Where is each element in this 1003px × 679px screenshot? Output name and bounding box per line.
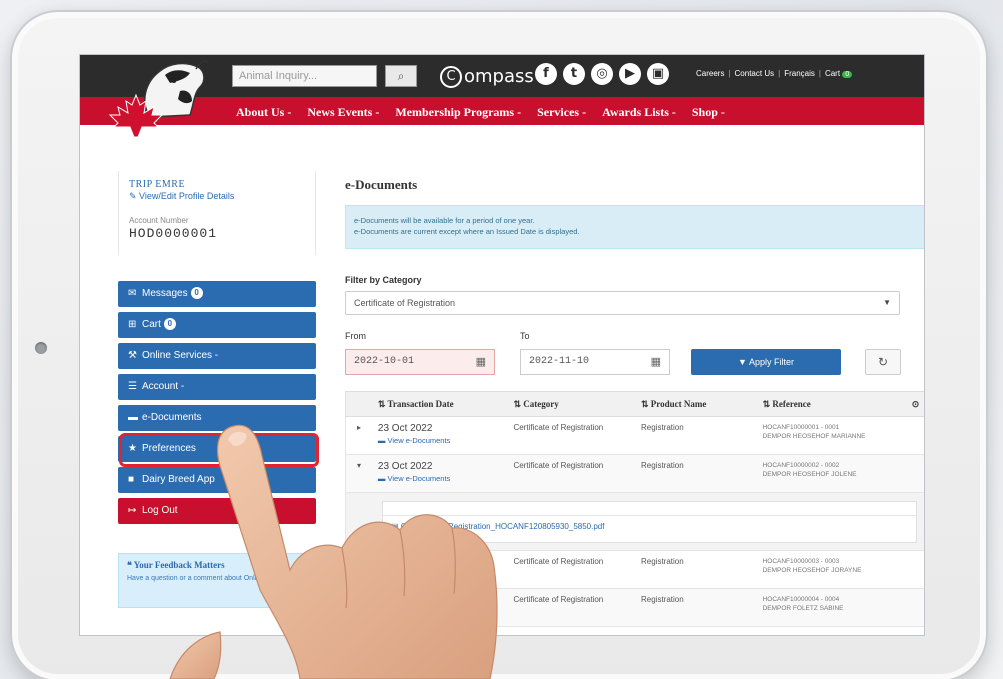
search-button[interactable]: ⌕ — [385, 65, 417, 87]
category-select[interactable]: Certificate of Registration ▼ — [345, 291, 900, 315]
list-icon: ☰ — [128, 381, 137, 392]
apply-filter-button[interactable]: ▼ Apply Filter — [691, 349, 841, 375]
col-reference[interactable]: ⇅ Reference — [757, 399, 906, 410]
nav-membership-programs[interactable]: Membership Programs - — [395, 105, 521, 120]
envelope-icon: ✉ — [128, 288, 137, 299]
linkedin-icon[interactable]: ▣ — [647, 63, 669, 85]
maple-leaf-icon — [108, 93, 164, 138]
cart-count-badge: 0 — [163, 318, 176, 331]
facebook-icon[interactable]: f — [535, 63, 557, 85]
pointing-hand-illustration — [169, 424, 498, 679]
square-icon: ■ — [128, 474, 135, 485]
folder-icon: ▬ — [128, 412, 138, 423]
compass-c-icon: C — [440, 66, 462, 88]
contact-us-link[interactable]: Contact Us — [735, 69, 775, 78]
nav-news-events[interactable]: News Events - — [307, 105, 379, 120]
cart-icon: ⊞ — [128, 319, 137, 330]
utility-links: Careers | Contact Us | Français | Cart 0 — [696, 69, 853, 78]
filter-icon: ▼ — [738, 357, 747, 367]
from-label: From — [345, 331, 366, 341]
calendar-icon[interactable]: ▦ — [651, 355, 661, 368]
language-link[interactable]: Français — [784, 69, 815, 78]
page-title: e-Documents — [345, 177, 418, 192]
nav-awards-lists[interactable]: Awards Lists - — [602, 105, 676, 120]
nav-services[interactable]: Services - — [537, 105, 586, 120]
to-date-input[interactable]: 2022-11-10 ▦ — [520, 349, 670, 375]
account-number-label: Account Number — [129, 216, 189, 225]
filter-category-label: Filter by Category — [345, 275, 422, 285]
edit-profile-link[interactable]: ✎ View/Edit Profile Details — [129, 191, 305, 202]
careers-link[interactable]: Careers — [696, 69, 724, 78]
chevron-down-icon: ▼ — [883, 298, 891, 307]
twitter-icon[interactable]: t — [563, 63, 585, 85]
sidebar-item-messages[interactable]: ✉ Messages 0 — [118, 281, 316, 307]
social-links: f t ◎ ▶ ▣ — [535, 63, 669, 85]
messages-count-badge: 0 — [190, 287, 203, 300]
column-settings-icon[interactable]: ⊙ — [906, 399, 924, 410]
main-nav: About Us - News Events - Membership Prog… — [236, 105, 725, 120]
refresh-icon: ↻ — [877, 355, 889, 369]
col-product-name[interactable]: ⇅ Product Name — [635, 399, 757, 410]
wrench-icon: ⚒ — [128, 350, 137, 361]
compass-logo[interactable]: Compass — [440, 66, 534, 88]
profile-card: TRIP EMRE ✎ View/Edit Profile Details Ac… — [118, 171, 316, 255]
info-alert: e-Documents will be available for a peri… — [345, 205, 924, 249]
refresh-button[interactable]: ↻ — [865, 349, 901, 375]
nav-about-us[interactable]: About Us - — [236, 105, 291, 120]
tablet-home-button — [35, 342, 47, 354]
calendar-icon[interactable]: ▦ — [476, 355, 486, 368]
to-label: To — [520, 331, 530, 341]
profile-name: TRIP EMRE — [129, 179, 186, 190]
cart-link[interactable]: Cart 0 — [825, 69, 853, 78]
instagram-icon[interactable]: ◎ — [591, 63, 613, 85]
from-date-input[interactable]: 2022-10-01 ▦ — [345, 349, 495, 375]
account-number: HOD0000001 — [129, 226, 218, 241]
nav-shop[interactable]: Shop - — [692, 105, 725, 120]
signout-icon: ↦ — [128, 505, 137, 516]
youtube-icon[interactable]: ▶ — [619, 63, 641, 85]
animal-inquiry-search-input[interactable]: Animal Inquiry... — [232, 65, 377, 87]
sidebar-item-online-services[interactable]: ⚒ Online Services - — [118, 343, 316, 369]
cart-count-badge: 0 — [842, 71, 853, 78]
sidebar-item-account[interactable]: ☰ Account - — [118, 374, 316, 400]
sidebar-item-cart[interactable]: ⊞ Cart 0 — [118, 312, 316, 338]
